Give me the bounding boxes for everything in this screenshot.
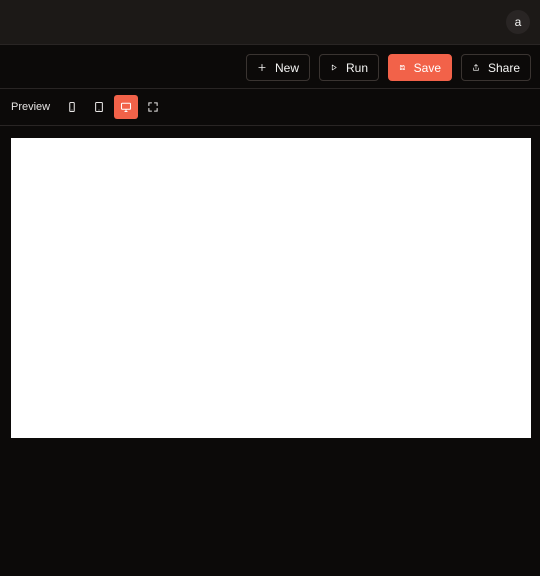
toolbar: New Run Save Share [0, 45, 540, 89]
play-icon [331, 64, 337, 71]
floppy-disk-icon [399, 64, 405, 71]
new-button[interactable]: New [246, 54, 310, 81]
mobile-view-button[interactable] [60, 95, 84, 119]
share-button[interactable]: Share [461, 54, 531, 81]
fullscreen-icon [148, 102, 158, 112]
top-bar: a [0, 0, 540, 45]
save-button[interactable]: Save [388, 54, 452, 81]
mobile-icon [69, 101, 75, 113]
run-button[interactable]: Run [319, 54, 379, 81]
fullscreen-button[interactable] [141, 95, 165, 119]
plus-icon [258, 63, 266, 72]
preview-canvas[interactable] [11, 138, 531, 438]
tablet-icon [95, 101, 103, 113]
share-button-label: Share [487, 60, 520, 75]
new-button-label: New [274, 60, 299, 75]
user-avatar[interactable]: a [506, 10, 530, 34]
monitor-icon [120, 102, 132, 113]
save-button-label: Save [413, 60, 441, 75]
preview-label: Preview [11, 101, 51, 113]
desktop-view-button[interactable] [114, 95, 138, 119]
run-button-label: Run [345, 60, 368, 75]
preview-toolbar: Preview [0, 89, 540, 126]
tablet-view-button[interactable] [87, 95, 111, 119]
share-icon [473, 64, 479, 71]
